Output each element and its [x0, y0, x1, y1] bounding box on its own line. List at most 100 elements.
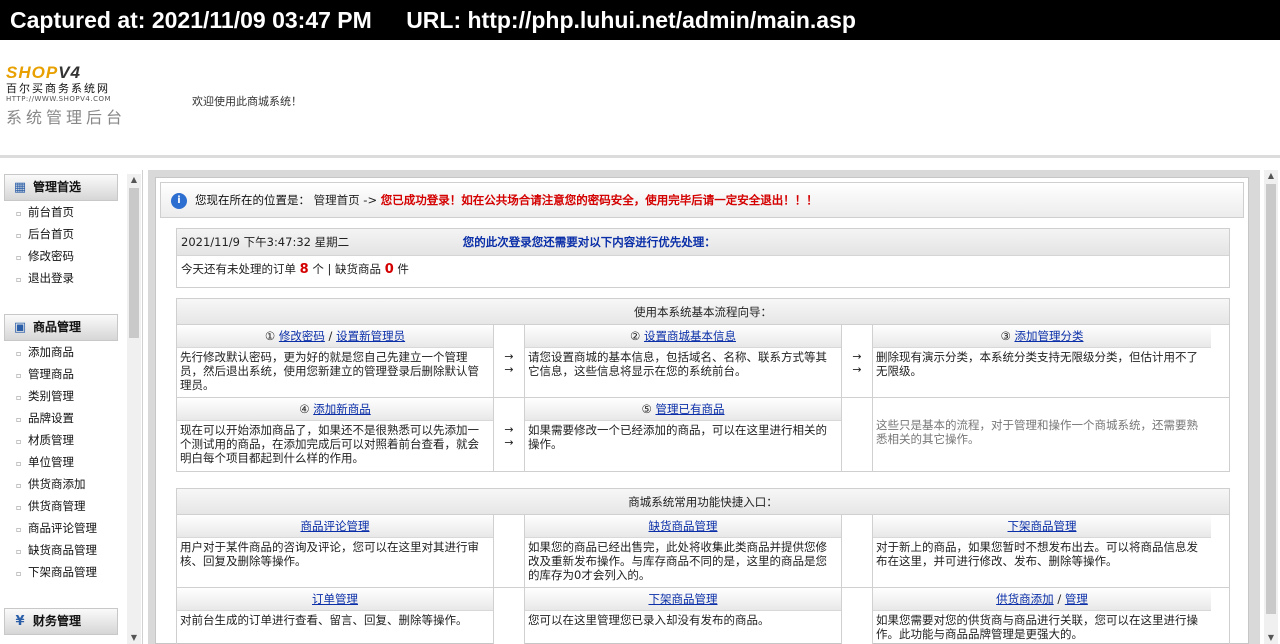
supplier-manage-link[interactable]: 管理: [1065, 592, 1088, 606]
menu-head-label: 商品管理: [33, 320, 82, 334]
logo-brand-b: V4: [58, 63, 81, 82]
quick-item: 下架商品管理 您可以在这里管理您已录入却没有发布的商品。: [525, 588, 841, 644]
quick-item: 商品评论管理 用户对于某件商品的咨询及评论，您可以在这里对其进行审核、回复及删除…: [177, 515, 493, 587]
pending-summary: 今天还有未处理的订单 8 个 | 缺货商品 0 件: [181, 262, 409, 277]
welcome-text: 欢迎使用此商城系统！: [192, 95, 302, 108]
sidebar-item-label: 前台首页: [28, 205, 74, 219]
capture-time: Captured at: 2021/11/09 03:47 PM: [10, 7, 372, 33]
bullet-icon: ▫: [16, 209, 22, 218]
sidebar-item-categories[interactable]: ▫ 类别管理: [4, 385, 118, 407]
quick-entry: 商城系统常用功能快捷入口： 商品评论管理 用户对于某件商品的咨询及评论，您可以在…: [176, 488, 1230, 644]
quick-item: 下架商品管理 对于新上的商品，如果您暂时不想发布出去。可以将商品信息发布在这里，…: [873, 515, 1211, 587]
flow-note: 这些只是基本的流程，对于管理和操作一个商城系统，还需要熟悉相关的其它操作。: [876, 418, 1198, 446]
bullet-icon: ▫: [16, 349, 22, 358]
product-icon: ▣: [13, 319, 27, 335]
main-scrollbar[interactable]: ▲ ▼: [1264, 170, 1278, 644]
add-category-link[interactable]: 添加管理分类: [1014, 329, 1083, 343]
sidebar-item-label: 退出登录: [28, 271, 74, 285]
sidebar-item-admin-home[interactable]: ▫ 后台首页: [4, 223, 118, 245]
quick-entry-title: 商城系统常用功能快捷入口：: [177, 489, 1229, 515]
manage-products-link[interactable]: 管理已有商品: [655, 402, 724, 416]
logo-admin-title: 系统管理后台: [6, 108, 127, 127]
bullet-icon: ▫: [16, 393, 22, 402]
arrow-right-icon: →: [504, 350, 514, 363]
menu-group-products: ▣ 商品管理 ▫ 添加商品 ▫ 管理商品 ▫ 类别管理 ▫ 品牌设置 ▫ 材质管理 ▫ 单位管…: [4, 314, 118, 583]
add-supplier-link[interactable]: 供货商添加: [996, 592, 1054, 606]
sidebar-item-units[interactable]: ▫ 单位管理: [4, 451, 118, 473]
out-of-stock-link[interactable]: 缺货商品管理: [649, 519, 718, 533]
pending-orders-count: 8: [299, 262, 309, 277]
arrow-right-icon: →: [852, 350, 862, 363]
add-product-link[interactable]: 添加新商品: [313, 402, 371, 416]
review-manage-link[interactable]: 商品评论管理: [301, 519, 370, 533]
scroll-down-icon[interactable]: ▼: [127, 632, 141, 644]
menu-head-label: 管理首选: [33, 180, 82, 194]
sidebar-item-label: 管理商品: [28, 367, 74, 381]
delisted-link-2[interactable]: 下架商品管理: [649, 592, 718, 606]
sidebar-item-label: 材质管理: [28, 433, 74, 447]
sidebar-scrollbar[interactable]: ▲ ▼: [127, 174, 141, 644]
flow-step-2: ② 设置商城基本信息 请您设置商城的基本信息，包括域名、名称、联系方式等其它信息…: [525, 325, 841, 397]
sidebar-menu: ▦ 管理首选 ▫ 前台首页 ▫ 后台首页 ▫ 修改密码 ▫ 退出登录 ▣ 商品管理 ▫ 添加商…: [0, 170, 143, 644]
sidebar-item-label: 单位管理: [28, 455, 74, 469]
sidebar-item-label: 下架商品管理: [28, 565, 97, 579]
sidebar-item-label: 品牌设置: [28, 411, 74, 425]
scroll-thumb[interactable]: [1266, 184, 1276, 614]
logo-brand-a: SHOP: [6, 63, 59, 82]
sidebar-item-change-password[interactable]: ▫ 修改密码: [4, 245, 118, 267]
menu-head-finance[interactable]: ¥ 财务管理: [4, 608, 118, 635]
security-warning: 您已成功登录！如在公共场合请注意您的密码安全，使用完毕后请一定安全退出！！！: [380, 193, 818, 207]
menu-group-home: ▦ 管理首选 ▫ 前台首页 ▫ 后台首页 ▫ 修改密码 ▫ 退出登录: [4, 174, 118, 289]
flow-step-3: ③ 添加管理分类 删除现有演示分类，本系统分类支持无限级分类，但估计用不了无限级…: [873, 325, 1211, 397]
sidebar-item-add-supplier[interactable]: ▫ 供货商添加: [4, 473, 118, 495]
bullet-icon: ▫: [16, 569, 22, 578]
menu-head-label: 财务管理: [33, 614, 82, 628]
sidebar-item-front-page[interactable]: ▫ 前台首页: [4, 201, 118, 223]
bullet-icon: ▫: [16, 275, 22, 284]
main-frame: i 您现在所在的位置是： 管理首页 -> 您已成功登录！如在公共场合请注意您的密码…: [148, 170, 1260, 644]
store-settings-link[interactable]: 设置商城基本信息: [644, 329, 736, 343]
scroll-thumb[interactable]: [129, 188, 139, 338]
bullet-icon: ▫: [16, 253, 22, 262]
info-icon: i: [171, 192, 187, 209]
flow-arrow: → →: [493, 398, 525, 471]
shopv4-logo[interactable]: SHOPV4 百尔买商务系统网 HTTP://WWW.SHOPV4.COM 系统…: [6, 64, 146, 128]
sidebar-item-label: 缺货商品管理: [28, 543, 97, 557]
sidebar-item-logout[interactable]: ▫ 退出登录: [4, 267, 118, 289]
stockout-count: 0: [384, 262, 394, 277]
sidebar-item-label: 后台首页: [28, 227, 74, 241]
change-password-link[interactable]: 修改密码: [279, 329, 325, 343]
current-datetime: 2021/11/9 下午3:47:32 星期二: [181, 235, 350, 249]
bullet-icon: ▫: [16, 459, 22, 468]
new-admin-link[interactable]: 设置新管理员: [336, 329, 405, 343]
flow-arrow: → →: [493, 325, 525, 397]
sidebar-item-manage-products[interactable]: ▫ 管理商品: [4, 363, 118, 385]
flow-step-4: ④ 添加新商品 现在可以开始添加商品了，如果还不是很熟悉可以先添加一个测试用的商…: [177, 398, 493, 471]
sidebar-item-reviews[interactable]: ▫ 商品评论管理: [4, 517, 118, 539]
arrow-right-icon: →: [852, 363, 862, 376]
scroll-up-icon[interactable]: ▲: [1264, 170, 1278, 182]
sidebar-item-brands[interactable]: ▫ 品牌设置: [4, 407, 118, 429]
scroll-up-icon[interactable]: ▲: [127, 174, 141, 186]
sidebar-item-label: 供货商添加: [28, 477, 86, 491]
sidebar-item-delisted[interactable]: ▫ 下架商品管理: [4, 561, 118, 583]
sidebar-item-materials[interactable]: ▫ 材质管理: [4, 429, 118, 451]
menu-group-finance: ¥ 财务管理: [4, 608, 118, 635]
sidebar-item-manage-suppliers[interactable]: ▫ 供货商管理: [4, 495, 118, 517]
delisted-link[interactable]: 下架商品管理: [1008, 519, 1077, 533]
bullet-icon: ▫: [16, 231, 22, 240]
flow-step-1: ① 修改密码 / 设置新管理员 先行修改默认密码，更为好的就是您自己先建立一个管…: [177, 325, 493, 397]
workflow-guide: 使用本系统基本流程向导： ① 修改密码 / 设置新管理员 先行修改默认密码，更为…: [176, 298, 1230, 472]
bullet-icon: ▫: [16, 503, 22, 512]
location-bar: i 您现在所在的位置是： 管理首页 -> 您已成功登录！如在公共场合请注意您的密码…: [160, 182, 1244, 218]
admin-header: SHOPV4 百尔买商务系统网 HTTP://WWW.SHOPV4.COM 系统…: [0, 40, 1280, 158]
bullet-icon: ▫: [16, 371, 22, 380]
location-label: 您现在所在的位置是：: [195, 193, 310, 207]
order-manage-link[interactable]: 订单管理: [312, 592, 358, 606]
scroll-down-icon[interactable]: ▼: [1264, 632, 1278, 644]
sidebar-item-out-of-stock[interactable]: ▫ 缺货商品管理: [4, 539, 118, 561]
sidebar-item-add-product[interactable]: ▫ 添加商品: [4, 341, 118, 363]
menu-head-products[interactable]: ▣ 商品管理: [4, 314, 118, 341]
logo-subtitle: 百尔买商务系统网: [6, 82, 110, 95]
menu-head-home[interactable]: ▦ 管理首选: [4, 174, 118, 201]
